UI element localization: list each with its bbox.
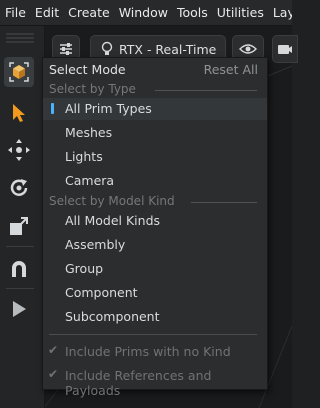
menu-item-label: Camera: [65, 173, 115, 188]
option-label: Include Prims with no Kind: [65, 344, 231, 359]
menu-item-group[interactable]: Group: [43, 258, 267, 280]
menu-item-all-prim-types[interactable]: All Prim Types: [43, 98, 267, 120]
section-label: Select by Model Kind: [49, 194, 175, 208]
snap-icon: [12, 261, 26, 277]
menu-utilities[interactable]: Utilities: [212, 0, 268, 25]
left-toolbar: [0, 26, 45, 408]
menu-window[interactable]: Window: [114, 0, 172, 25]
menu-edit[interactable]: Edit: [30, 0, 63, 25]
toolbar-grip: [6, 33, 34, 43]
menu-layouts[interactable]: Layouts: [268, 0, 292, 25]
option-label: Include References and Payloads: [65, 368, 212, 398]
menu-item-label: Group: [65, 261, 104, 276]
menu-file[interactable]: File: [0, 0, 30, 25]
menu-item-label: Meshes: [65, 125, 113, 140]
play-button[interactable]: [4, 294, 34, 324]
menu-item-lights[interactable]: Lights: [43, 146, 267, 168]
toolbar-separator: [6, 288, 34, 289]
menubar: File Edit Create Window Tools Utilities …: [0, 0, 292, 26]
move-icon: [8, 139, 30, 161]
bulb-icon: [101, 41, 113, 55]
menu-tools[interactable]: Tools: [172, 0, 212, 25]
menu-divider: [49, 334, 257, 335]
selected-indicator: [51, 103, 54, 114]
camera-button[interactable]: [272, 35, 298, 63]
option-include-prims-no-kind[interactable]: ✔ Include Prims with no Kind: [43, 341, 267, 363]
menu-item-label: All Model Kinds: [65, 213, 161, 228]
menu-item-label: Lights: [65, 149, 103, 164]
menu-item-subcomponent[interactable]: Subcomponent: [43, 306, 267, 328]
menu-item-camera[interactable]: Camera: [43, 170, 267, 192]
renderer-label: RTX - Real-Time: [119, 41, 217, 57]
section-label: Select by Type: [49, 82, 136, 96]
menu-create[interactable]: Create: [63, 0, 114, 25]
checkmark-icon: ✔: [48, 343, 59, 357]
menu-item-label: All Prim Types: [65, 101, 152, 116]
menu-item-label: Subcomponent: [65, 309, 160, 324]
rotate-icon: [10, 179, 28, 196]
menu-item-assembly[interactable]: Assembly: [43, 234, 267, 256]
select-mode-menu: Select Mode Reset All Select by Type All…: [42, 57, 268, 398]
move-tool-button[interactable]: [4, 135, 34, 165]
menu-title: Select Mode: [49, 62, 126, 77]
scale-tool-button[interactable]: [4, 211, 34, 241]
checkmark-icon: ✔: [48, 367, 59, 381]
menu-item-component[interactable]: Component: [43, 282, 267, 304]
option-include-references-payloads[interactable]: ✔ Include References and Payloads: [43, 365, 267, 398]
select-mode-icon: [9, 62, 29, 82]
section-select-by-model-kind: Select by Model Kind: [43, 194, 267, 210]
select-arrow-icon: [13, 104, 25, 122]
menu-header: Select Mode Reset All: [43, 58, 267, 82]
select-mode-button[interactable]: [4, 57, 34, 87]
section-select-by-type: Select by Type: [43, 82, 267, 98]
menu-item-meshes[interactable]: Meshes: [43, 122, 267, 144]
eye-icon: [239, 44, 257, 54]
menu-item-label: Assembly: [65, 237, 126, 252]
snap-tool-button[interactable]: [4, 254, 34, 284]
toolbar-separator: [6, 246, 34, 247]
play-icon: [13, 301, 26, 317]
rotate-tool-button[interactable]: [4, 173, 34, 203]
reset-all-button[interactable]: Reset All: [204, 62, 258, 77]
scale-icon: [10, 217, 28, 235]
menu-item-all-model-kinds[interactable]: All Model Kinds: [43, 210, 267, 232]
camera-icon: [278, 45, 292, 54]
select-tool-button[interactable]: [4, 98, 34, 128]
section-divider: [155, 90, 257, 91]
menu-item-label: Component: [65, 285, 138, 300]
sliders-icon: [60, 43, 72, 55]
section-divider: [191, 202, 257, 203]
